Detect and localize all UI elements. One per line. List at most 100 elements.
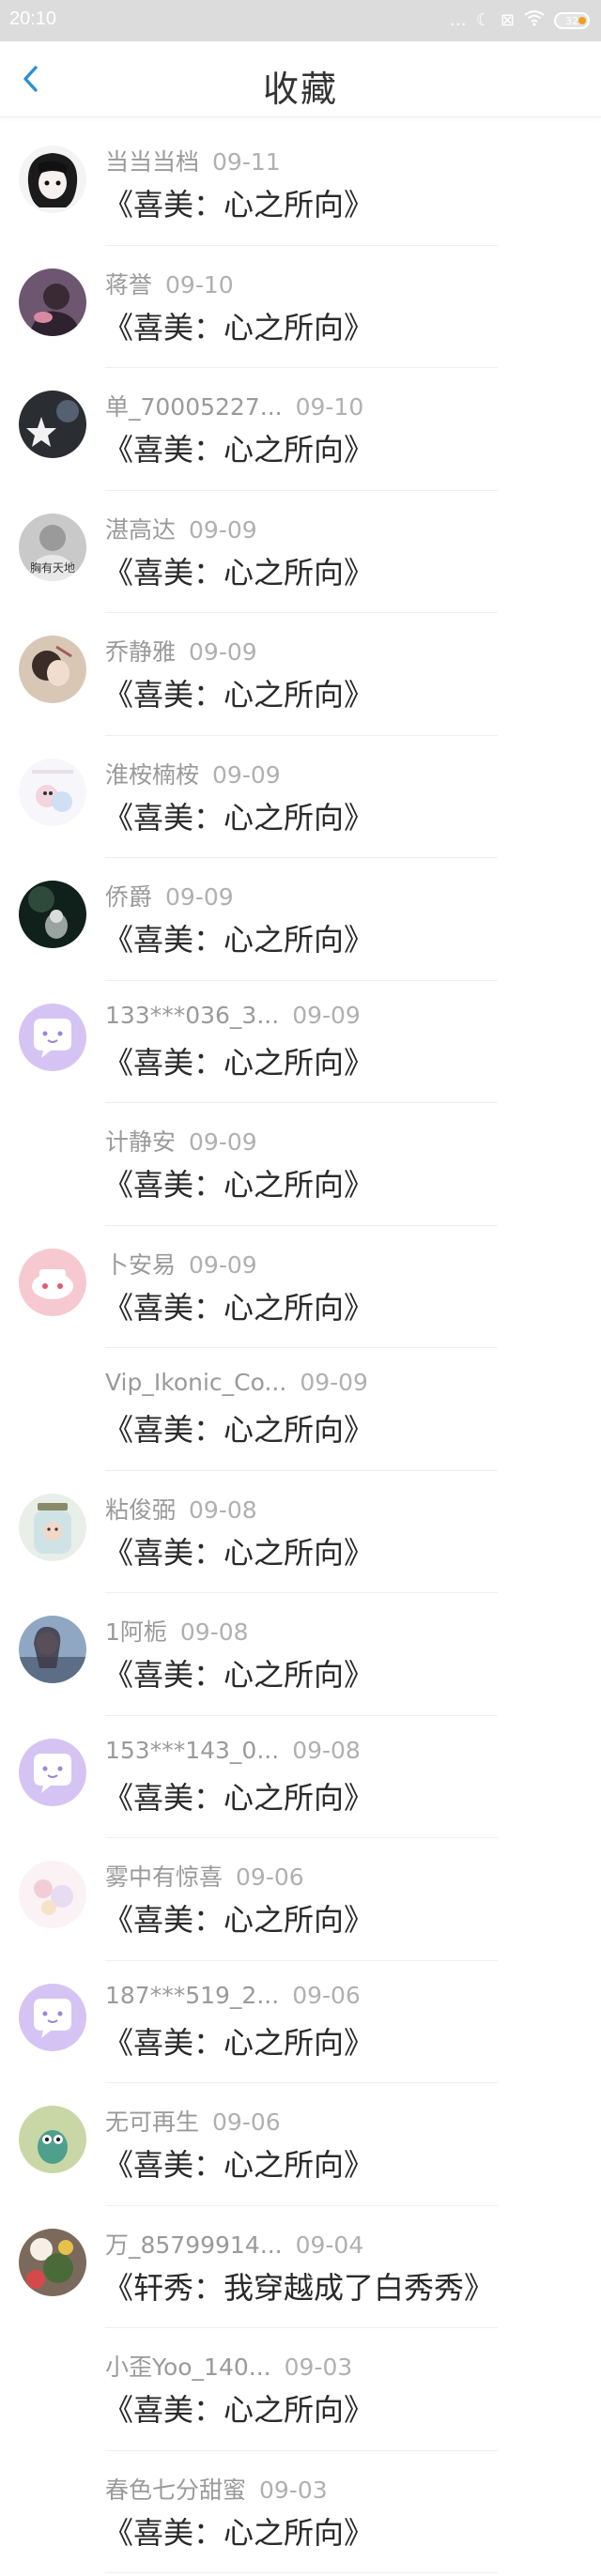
list-item[interactable]: 小歪Yoo_140... 09-03 《喜美：心之所向》 [0, 2328, 601, 2451]
user-name: 粘俊弼 [105, 1495, 177, 1524]
status-bar: 20:10 … ☾ ⊠ 32 [0, 0, 601, 41]
book-title[interactable]: 《喜美：心之所向》 [103, 1896, 374, 1940]
avatar[interactable] [19, 268, 86, 336]
item-meta: 133***036_3... 09-09 [105, 1002, 361, 1029]
item-date: 09-06 [236, 1863, 304, 1891]
list-item[interactable]: 粘俊弼 09-08 《喜美：心之所向》 [0, 1471, 601, 1593]
list-item[interactable]: 侨爵 09-09 《喜美：心之所向》 [0, 858, 601, 981]
item-meta: 湛高达 09-09 [105, 512, 257, 545]
avatar[interactable] [19, 1616, 86, 1683]
book-title[interactable]: 《喜美：心之所向》 [103, 2509, 374, 2553]
list-item[interactable]: 无可再生 09-06 《喜美：心之所向》 [0, 2083, 601, 2206]
item-meta: 卜安易 09-09 [105, 1247, 257, 1280]
item-meta: 187***519_2... 09-06 [105, 1982, 361, 2009]
book-title[interactable]: 《喜美：心之所向》 [103, 1529, 374, 1572]
avatar[interactable] [19, 1003, 86, 1071]
wifi-icon [524, 9, 545, 32]
battery-icon: 32 [554, 12, 590, 29]
avatar[interactable] [19, 1861, 86, 1928]
book-title[interactable]: 《喜美：心之所向》 [103, 1774, 374, 1817]
list-item[interactable]: Vip_Ikonic_Co... 09-09 《喜美：心之所向》 [0, 1348, 601, 1471]
book-title[interactable]: 《轩秀：我穿越成了白秀秀》 [103, 2264, 494, 2308]
header: 收藏 [0, 41, 601, 117]
book-title[interactable]: 《喜美：心之所向》 [103, 794, 374, 837]
list-item[interactable]: 当当当档 09-11 《喜美：心之所向》 [0, 123, 601, 246]
book-title[interactable]: 《喜美：心之所向》 [103, 1039, 374, 1082]
item-date: 09-09 [300, 1369, 368, 1396]
book-title[interactable]: 《喜美：心之所向》 [103, 1161, 374, 1204]
item-date: 09-10 [295, 393, 364, 421]
list-item[interactable]: 雾中有惊喜 09-06 《喜美：心之所向》 [0, 1838, 601, 1961]
user-name: 187***519_2... [105, 1981, 280, 2009]
book-title[interactable]: 《喜美：心之所向》 [103, 1651, 374, 1694]
book-title[interactable]: 《喜美：心之所向》 [103, 549, 374, 592]
user-name: 计静安 [105, 1128, 177, 1156]
avatar[interactable] [19, 1983, 86, 2051]
user-name: 1阿栀 [105, 1618, 167, 1646]
user-name: 133***036_3... [105, 1001, 280, 1029]
item-meta: 乔静雅 09-09 [105, 634, 257, 667]
item-meta: 当当当档 09-11 [105, 144, 281, 177]
item-meta: Vip_Ikonic_Co... 09-09 [105, 1369, 368, 1396]
item-meta: 无可再生 09-06 [105, 2104, 281, 2138]
avatar[interactable] [19, 2106, 86, 2173]
avatar[interactable]: 胸有天地 [19, 513, 86, 581]
avatar[interactable] [19, 758, 86, 826]
book-title[interactable]: 《喜美：心之所向》 [103, 2019, 374, 2062]
avatar[interactable] [19, 881, 86, 948]
list-item[interactable]: 计静安 09-09 《喜美：心之所向》 [0, 1103, 601, 1226]
book-title[interactable]: 《喜美：心之所向》 [103, 181, 374, 224]
user-name: 小歪Yoo_140... [105, 2354, 271, 2381]
avatar[interactable] [19, 2228, 86, 2296]
item-date: 09-09 [212, 760, 281, 789]
user-name: 乔静雅 [105, 638, 177, 666]
user-name: 蒋誉 [105, 270, 153, 299]
status-icons: … ☾ ⊠ 32 [450, 9, 590, 32]
user-name: 无可再生 [105, 2108, 200, 2136]
avatar[interactable] [19, 1493, 86, 1561]
item-meta: 单_70005227... 09-10 [105, 389, 363, 422]
list-item[interactable]: 153***143_0... 09-08 《喜美：心之所向》 [0, 1716, 601, 1838]
list-item[interactable]: 乔静雅 09-09 《喜美：心之所向》 [0, 613, 601, 736]
item-date: 09-09 [189, 1128, 257, 1156]
book-title[interactable]: 《喜美：心之所向》 [103, 304, 374, 347]
item-meta: 粘俊弼 09-08 [105, 1492, 257, 1526]
item-date: 09-09 [189, 515, 257, 544]
avatar[interactable] [19, 636, 86, 703]
avatar[interactable] [19, 1248, 86, 1316]
notification-icon: ⊠ [500, 10, 515, 30]
book-title[interactable]: 《喜美：心之所向》 [103, 916, 374, 959]
book-title[interactable]: 《喜美：心之所向》 [103, 2386, 374, 2430]
user-name: 淮桉楠桉 [105, 760, 200, 789]
status-time: 20:10 [9, 8, 57, 29]
item-date: 09-08 [292, 1736, 361, 1764]
item-date: 09-04 [295, 2231, 364, 2259]
item-meta: 蒋誉 09-10 [105, 267, 234, 300]
item-meta: 侨爵 09-09 [105, 879, 234, 912]
avatar[interactable] [19, 146, 86, 213]
book-title[interactable]: 《喜美：心之所向》 [103, 671, 374, 714]
list-item[interactable]: 1阿栀 09-08 《喜美：心之所向》 [0, 1593, 601, 1716]
item-meta: 计静安 09-09 [105, 1124, 257, 1158]
item-meta: 153***143_0... 09-08 [105, 1737, 361, 1764]
item-date: 09-08 [179, 1618, 249, 1646]
avatar[interactable] [19, 1738, 86, 1806]
list-item[interactable]: 胸有天地 湛高达 09-09 《喜美：心之所向》 [0, 491, 601, 613]
item-meta: 小歪Yoo_140... 09-03 [105, 2349, 352, 2383]
book-title[interactable]: 《喜美：心之所向》 [103, 2141, 374, 2185]
more-dots-icon: … [449, 10, 467, 30]
book-title[interactable]: 《喜美：心之所向》 [103, 1284, 374, 1327]
avatar[interactable] [19, 391, 86, 458]
list-item[interactable]: 春色七分甜蜜 09-03 《喜美：心之所向》 [0, 2451, 601, 2573]
list-item[interactable]: 133***036_3... 09-09 《喜美：心之所向》 [0, 981, 601, 1103]
list-item[interactable]: 187***519_2... 09-06 《喜美：心之所向》 [0, 1961, 601, 2083]
list-item[interactable]: 单_70005227... 09-10 《喜美：心之所向》 [0, 368, 601, 491]
list-item[interactable]: 蒋誉 09-10 《喜美：心之所向》 [0, 246, 601, 368]
list-item[interactable]: 万_85799914... 09-04 《轩秀：我穿越成了白秀秀》 [0, 2206, 601, 2328]
book-title[interactable]: 《喜美：心之所向》 [103, 1406, 374, 1449]
list-item[interactable]: 淮桉楠桉 09-09 《喜美：心之所向》 [0, 736, 601, 858]
user-name: 万_85799914... [105, 2231, 283, 2259]
item-meta: 淮桉楠桉 09-09 [105, 757, 281, 790]
book-title[interactable]: 《喜美：心之所向》 [103, 426, 374, 469]
list-item[interactable]: 卜安易 09-09 《喜美：心之所向》 [0, 1226, 601, 1348]
